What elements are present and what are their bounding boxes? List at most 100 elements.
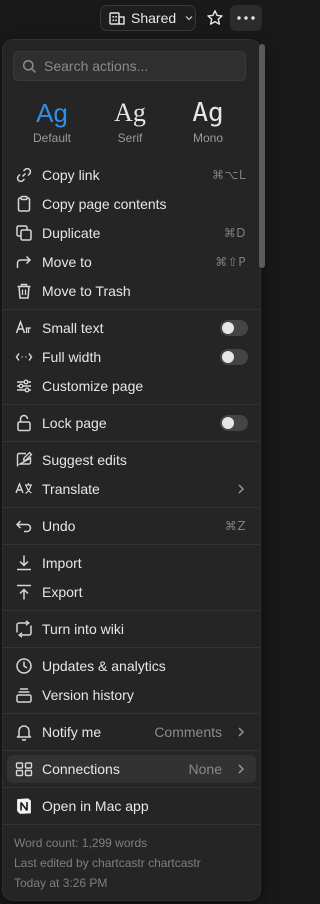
menu-item-move-to[interactable]: Move to ⌘⇧P [7,248,256,276]
menu-item-suggest-edits[interactable]: Suggest edits [7,446,256,474]
favorite-star-button[interactable] [203,7,227,29]
text-size-icon [15,319,33,337]
divider [3,610,260,611]
shortcut-hint: ⌘Z [224,519,246,533]
lock-building-icon [109,11,125,25]
menu-item-label: Version history [42,687,134,703]
menu-item-small-text[interactable]: Small text [7,314,256,342]
menu-item-label: Small text [42,320,104,336]
menu-item-undo[interactable]: Undo ⌘Z [7,512,256,540]
menu-item-label: Turn into wiki [42,621,124,637]
page-actions-menu: Ag Default Ag Serif Ag Mono Copy link ⌘⌥… [3,40,260,900]
search-icon [22,59,37,74]
menu-item-updates-analytics[interactable]: Updates & analytics [7,652,256,680]
menu-item-export[interactable]: Export [7,578,256,606]
font-sample: Ag [192,98,224,128]
menu-item-version-history[interactable]: Version history [7,681,256,709]
menu-item-label: Translate [42,481,100,497]
menu-item-label: Move to [42,254,92,270]
move-arrow-icon [15,253,33,271]
shortcut-hint: ⌘⇧P [215,255,246,269]
menu-item-label: Updates & analytics [42,658,166,674]
font-option-label: Serif [117,131,143,145]
menu-item-lock-page[interactable]: Lock page [7,409,256,437]
menu-item-notify-me[interactable]: Notify me Comments [7,718,256,746]
divider [3,647,260,648]
current-value: Comments [154,724,222,740]
divider [3,507,260,508]
font-option-label: Default [32,131,72,145]
toggle-knob [222,322,234,334]
search-input[interactable] [44,58,234,74]
menu-item-translate[interactable]: Translate [7,475,256,503]
menu-item-customize-page[interactable]: Customize page [7,372,256,400]
menu-item-label: Undo [42,518,76,534]
menu-item-label: Customize page [42,378,144,394]
menu-item-label: Notify me [42,724,102,740]
menu-item-copy-page-contents[interactable]: Copy page contents [7,190,256,218]
top-bar: Shared [0,0,269,36]
toggle-knob [222,417,234,429]
full-width-toggle[interactable] [220,349,248,365]
menu-item-label: Duplicate [42,225,101,241]
menu-item-label: Full width [42,349,102,365]
font-sample: Ag [36,98,68,128]
menu-item-connections[interactable]: Connections None [7,755,256,783]
chevron-right-icon [235,763,247,775]
menu-item-open-in-mac-app[interactable]: Open in Mac app [7,792,256,820]
menu-item-label: Copy page contents [42,196,167,212]
menu-item-copy-link[interactable]: Copy link ⌘⌥L [7,161,256,189]
version-history-icon [15,686,33,704]
menu-item-label: Connections [42,761,120,777]
trash-icon [15,282,33,300]
lock-icon [15,414,33,432]
sliders-icon [15,377,33,395]
star-icon [206,9,224,27]
connections-grid-icon [15,760,33,778]
small-text-toggle[interactable] [220,320,248,336]
shortcut-hint: ⌘⌥L [211,168,246,182]
more-options-button[interactable] [230,5,262,31]
notion-logo-icon [15,797,33,815]
undo-icon [15,517,33,535]
shared-button[interactable]: Shared [100,5,196,31]
font-sample: Ag [114,98,146,127]
divider [3,787,260,788]
font-option-serif[interactable]: Ag Serif [91,92,169,150]
font-option-default[interactable]: Ag Default [13,92,91,150]
menu-item-label: Open in Mac app [42,798,149,814]
divider [3,824,260,825]
ellipsis-icon [237,16,255,20]
divider [3,544,260,545]
menu-item-full-width[interactable]: Full width [7,343,256,371]
clipboard-icon [15,195,33,213]
full-width-icon [15,348,33,366]
chevron-down-icon [184,13,194,23]
divider [3,309,260,310]
lock-page-toggle[interactable] [220,415,248,431]
menu-item-label: Export [42,584,83,600]
menu-item-import[interactable]: Import [7,549,256,577]
chevron-right-icon [235,483,247,495]
menu-item-turn-into-wiki[interactable]: Turn into wiki [7,615,256,643]
convert-icon [15,620,33,638]
shared-label: Shared [131,10,177,26]
menu-item-duplicate[interactable]: Duplicate ⌘D [7,219,256,247]
font-option-mono[interactable]: Ag Mono [169,92,247,150]
divider [3,713,260,714]
translate-icon [15,480,33,498]
last-edited-by: Last edited by chartcastr chartcastr [14,856,201,870]
suggest-edit-icon [15,451,33,469]
font-style-picker: Ag Default Ag Serif Ag Mono [3,92,260,152]
toggle-knob [222,351,234,363]
search-box[interactable] [13,51,246,81]
chevron-right-icon [235,726,247,738]
last-edited-time: Today at 3:26 PM [14,876,108,890]
font-option-label: Mono [192,131,224,145]
shortcut-hint: ⌘D [223,226,246,240]
divider [3,404,260,405]
clock-icon [15,657,33,675]
menu-scrollbar[interactable] [259,44,265,268]
bell-icon [15,723,33,741]
menu-item-move-to-trash[interactable]: Move to Trash [7,277,256,305]
